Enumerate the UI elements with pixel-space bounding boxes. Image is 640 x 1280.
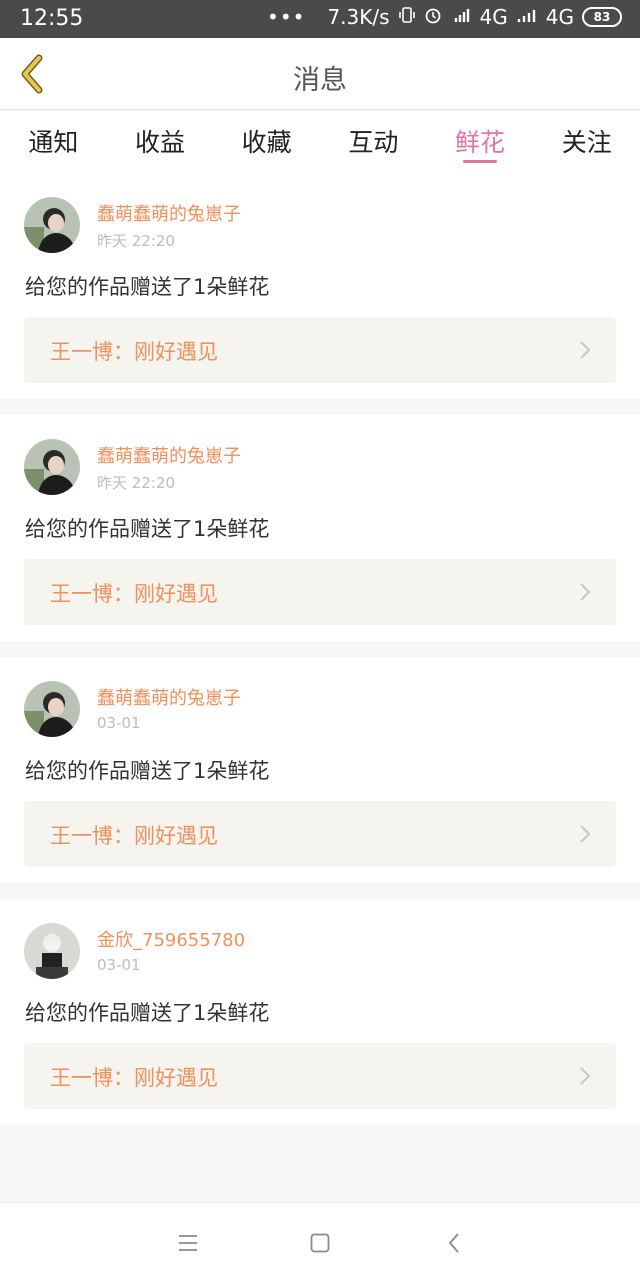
- network-type-2: 4G: [545, 5, 574, 29]
- chevron-right-icon: [580, 341, 591, 359]
- avatar[interactable]: [24, 197, 80, 253]
- header-bar: 消息: [0, 38, 640, 110]
- avatar[interactable]: [24, 439, 80, 495]
- message-card: 蠢萌蠢萌的兔崽子 昨天 22:20 给您的作品赠送了1朵鲜花 王一博：刚好遇见: [0, 415, 640, 641]
- sender-name[interactable]: 蠢萌蠢萌的兔崽子: [97, 684, 241, 710]
- menu-button[interactable]: [170, 1225, 206, 1261]
- work-title: 王一博：刚好遇见: [50, 340, 218, 364]
- home-square-icon: [310, 1233, 330, 1253]
- tab-notifications[interactable]: 通知: [0, 111, 107, 173]
- back-triangle-icon: [448, 1233, 459, 1253]
- chevron-right-icon: [580, 825, 591, 843]
- chevron-right-icon: [580, 1067, 591, 1085]
- hd-signal-icon: [450, 6, 472, 28]
- message-card: 金欣_759655780 03-01 给您的作品赠送了1朵鲜花 王一博：刚好遇见: [0, 899, 640, 1125]
- work-link[interactable]: 王一博：刚好遇见: [24, 801, 616, 867]
- sender-name[interactable]: 金欣_759655780: [97, 926, 245, 952]
- work-link[interactable]: 王一博：刚好遇见: [24, 317, 616, 383]
- message-card: 蠢萌蠢萌的兔崽子 03-01 给您的作品赠送了1朵鲜花 王一博：刚好遇见: [0, 657, 640, 883]
- message-time: 昨天 22:20: [97, 474, 175, 492]
- status-icons: ••• 7.3K/s 4G 4G 83: [267, 5, 622, 29]
- work-link[interactable]: 王一博：刚好遇见: [24, 1043, 616, 1109]
- more-dots-icon: •••: [267, 5, 306, 29]
- signal-icon: [516, 6, 538, 28]
- avatar[interactable]: [24, 681, 80, 737]
- tab-interactions[interactable]: 互动: [320, 111, 427, 173]
- avatar[interactable]: [24, 923, 80, 979]
- vibrate-icon: [398, 6, 416, 28]
- menu-icon: [179, 1235, 197, 1251]
- status-time: 12:55: [20, 6, 84, 31]
- work-title: 王一博：刚好遇见: [50, 582, 218, 606]
- chevron-right-icon: [580, 583, 591, 601]
- alarm-icon: [424, 6, 442, 28]
- message-text: 给您的作品赠送了1朵鲜花: [25, 1001, 270, 1025]
- work-title: 王一博：刚好遇见: [50, 1066, 218, 1090]
- message-text: 给您的作品赠送了1朵鲜花: [25, 759, 270, 783]
- work-title: 王一博：刚好遇见: [50, 824, 218, 848]
- message-time: 昨天 22:20: [97, 232, 175, 250]
- sender-name[interactable]: 蠢萌蠢萌的兔崽子: [97, 442, 241, 468]
- status-bar: 12:55 ••• 7.3K/s 4G 4G 83: [0, 0, 640, 38]
- battery-level: 83: [593, 10, 611, 24]
- message-time: 03-01: [97, 714, 141, 732]
- tab-bar: 通知 收益 收藏 互动 鲜花 关注: [0, 111, 640, 173]
- message-card: 蠢萌蠢萌的兔崽子 昨天 22:20 给您的作品赠送了1朵鲜花 王一博：刚好遇见: [0, 173, 640, 399]
- tab-favorites[interactable]: 收藏: [213, 111, 320, 173]
- page-title: 消息: [293, 65, 347, 96]
- message-text: 给您的作品赠送了1朵鲜花: [25, 517, 270, 541]
- tab-earnings[interactable]: 收益: [107, 111, 214, 173]
- back-nav-button[interactable]: [436, 1225, 472, 1261]
- tab-follows[interactable]: 关注: [533, 111, 640, 173]
- network-type-1: 4G: [479, 5, 508, 29]
- message-text: 给您的作品赠送了1朵鲜花: [25, 275, 270, 299]
- tab-flowers[interactable]: 鲜花: [427, 111, 534, 173]
- battery-icon: 83: [582, 7, 622, 27]
- sender-name[interactable]: 蠢萌蠢萌的兔崽子: [97, 200, 241, 226]
- work-link[interactable]: 王一博：刚好遇见: [24, 559, 616, 625]
- home-button[interactable]: [302, 1225, 338, 1261]
- message-time: 03-01: [97, 956, 141, 974]
- message-list: 蠢萌蠢萌的兔崽子 昨天 22:20 给您的作品赠送了1朵鲜花 王一博：刚好遇见 …: [0, 173, 640, 1141]
- system-nav-bar: [0, 1202, 640, 1280]
- network-speed: 7.3K/s: [327, 5, 390, 29]
